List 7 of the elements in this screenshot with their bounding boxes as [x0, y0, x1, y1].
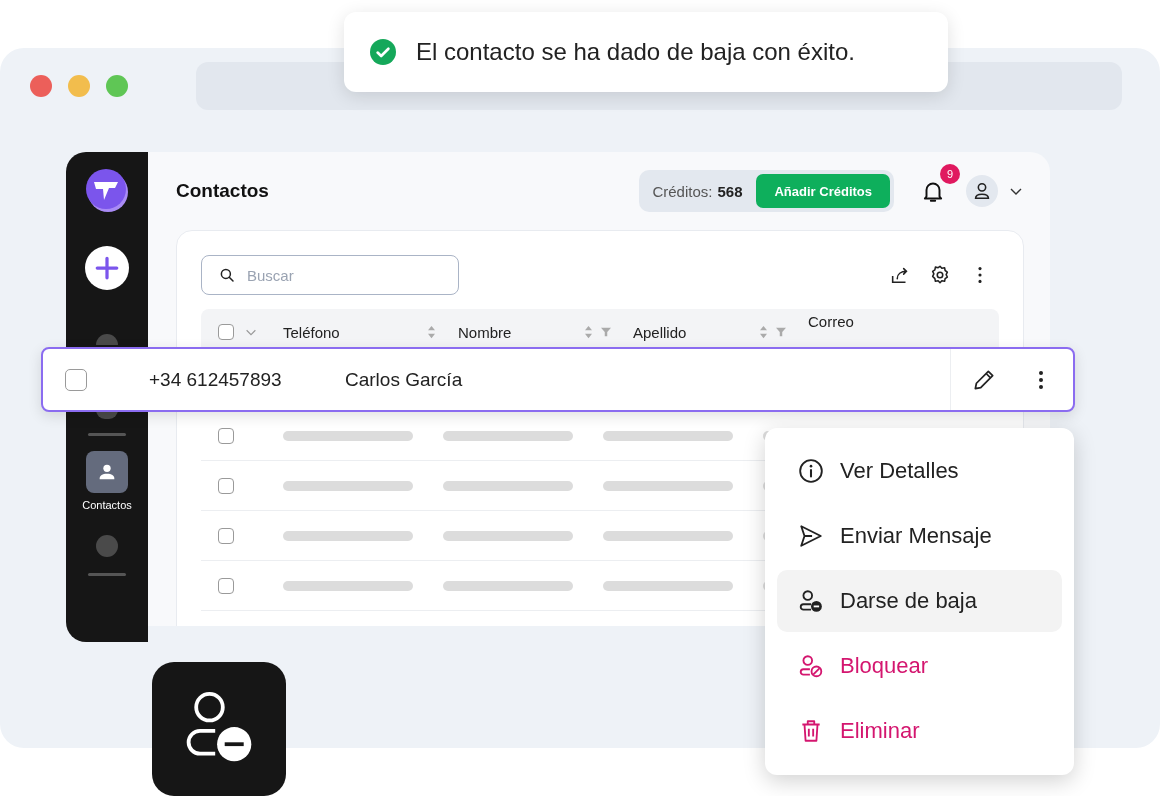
notification-badge: 9 — [940, 164, 960, 184]
toast-message: El contacto se ha dado de baja con éxito. — [416, 38, 855, 66]
page-title: Contactos — [176, 180, 270, 202]
name-cell: Carlos García — [345, 368, 463, 391]
credits-value: 568 — [717, 182, 743, 200]
phone-cell-text: +34 612457893 — [149, 368, 283, 391]
credits-label: Créditos: — [652, 182, 713, 200]
